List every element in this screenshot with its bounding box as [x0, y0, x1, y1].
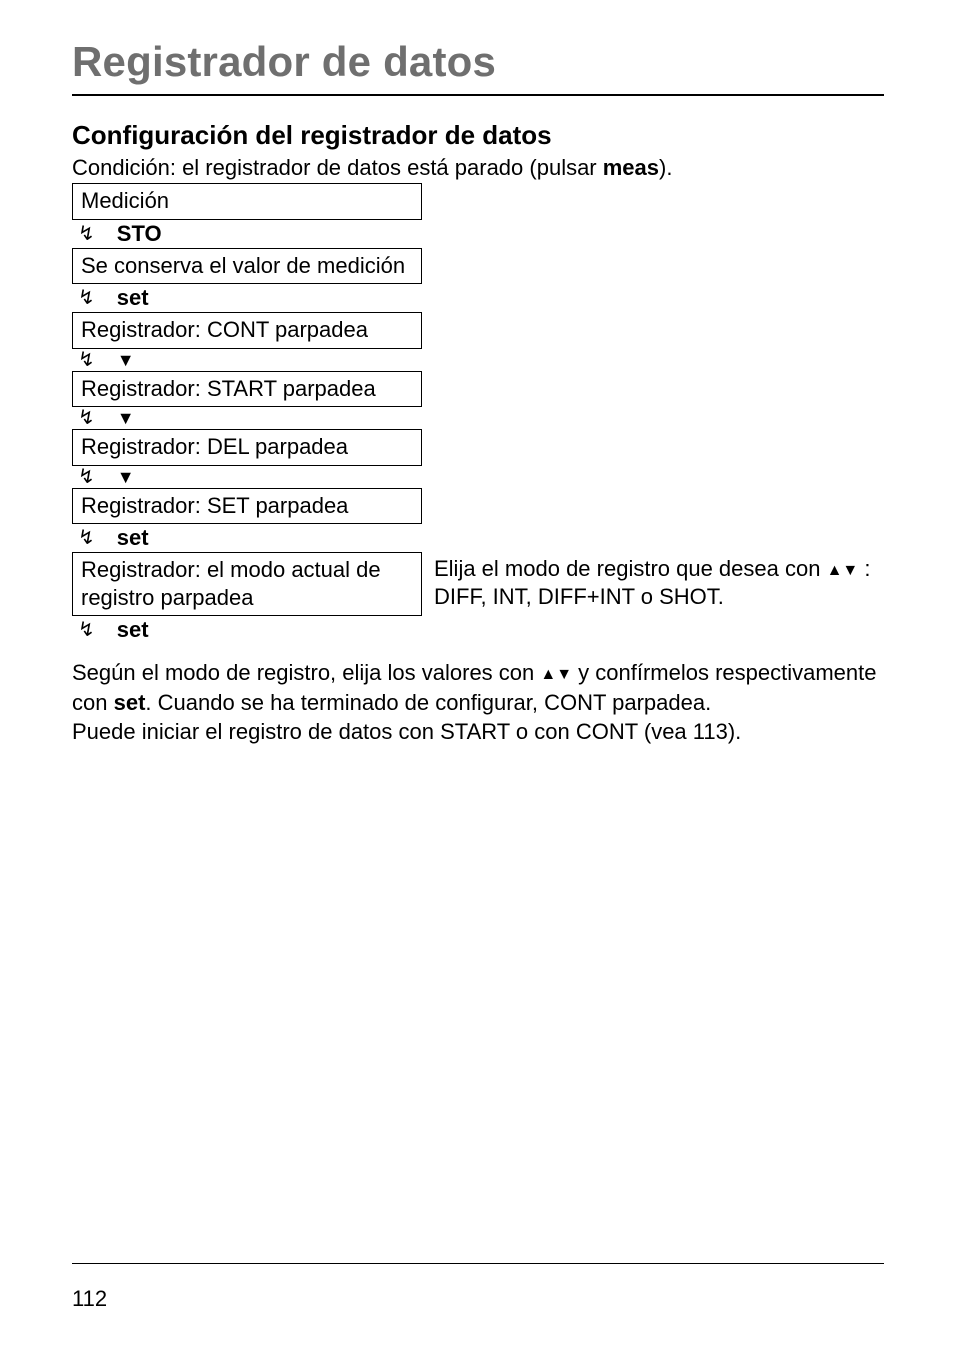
page-title: Registrador de datos	[72, 38, 884, 86]
mode-right-pre: Elija el modo de registro que desea con	[434, 556, 827, 581]
page-number: 112	[72, 1286, 107, 1312]
down-arrow-icon: ↯	[78, 620, 95, 640]
condition-line: Condición: el registrador de datos está …	[72, 155, 884, 181]
footer-rule	[72, 1263, 884, 1264]
step-tri-3: ↯ ▼	[72, 466, 884, 488]
condition-bold: meas	[603, 155, 659, 180]
para-mid2: . Cuando se ha terminado de configurar, …	[145, 690, 711, 715]
step-label-set: set	[117, 285, 149, 311]
condition-pre: Condición: el registrador de datos está …	[72, 155, 603, 180]
triangle-up-down-icon: ▲▼	[540, 666, 572, 683]
step-label-sto: STO	[117, 221, 162, 247]
triangle-up-down-icon: ▲▼	[827, 562, 859, 579]
triangle-down-icon: ▼	[117, 468, 135, 486]
step-label-set: set	[117, 617, 149, 643]
box-del: Registrador: DEL parpadea	[72, 429, 422, 466]
down-arrow-icon: ↯	[78, 467, 95, 487]
box-medicion: Medición	[72, 183, 422, 220]
step-set-3: ↯ set	[72, 616, 884, 644]
down-arrow-icon: ↯	[78, 350, 95, 370]
triangle-down-icon: ▼	[117, 351, 135, 369]
triangle-down-icon: ▼	[117, 409, 135, 427]
para-set: set	[114, 690, 146, 715]
box-setp: Registrador: SET parpadea	[72, 488, 422, 525]
step-tri-2: ↯ ▼	[72, 407, 884, 429]
para-pre: Según el modo de registro, elija los val…	[72, 660, 540, 685]
body-paragraph: Según el modo de registro, elija los val…	[72, 658, 884, 747]
mode-right-text: Elija el modo de registro que desea con …	[434, 552, 884, 610]
condition-post: ).	[659, 155, 672, 180]
step-set-2: ↯ set	[72, 524, 884, 552]
box-modo: Registrador: el modo actual de registro …	[72, 552, 422, 616]
step-label-set: set	[117, 525, 149, 551]
para-line2: Puede iniciar el registro de datos con S…	[72, 719, 741, 744]
down-arrow-icon: ↯	[78, 224, 95, 244]
box-start: Registrador: START parpadea	[72, 371, 422, 408]
step-tri-1: ↯ ▼	[72, 349, 884, 371]
down-arrow-icon: ↯	[78, 528, 95, 548]
down-arrow-icon: ↯	[78, 288, 95, 308]
box-cont: Registrador: CONT parpadea	[72, 312, 422, 349]
section-heading: Configuración del registrador de datos	[72, 120, 884, 151]
step-sto: ↯ STO	[72, 220, 884, 248]
step-set-1: ↯ set	[72, 284, 884, 312]
down-arrow-icon: ↯	[78, 408, 95, 428]
box-conserva: Se conserva el valor de medición	[72, 248, 422, 285]
title-rule	[72, 94, 884, 96]
